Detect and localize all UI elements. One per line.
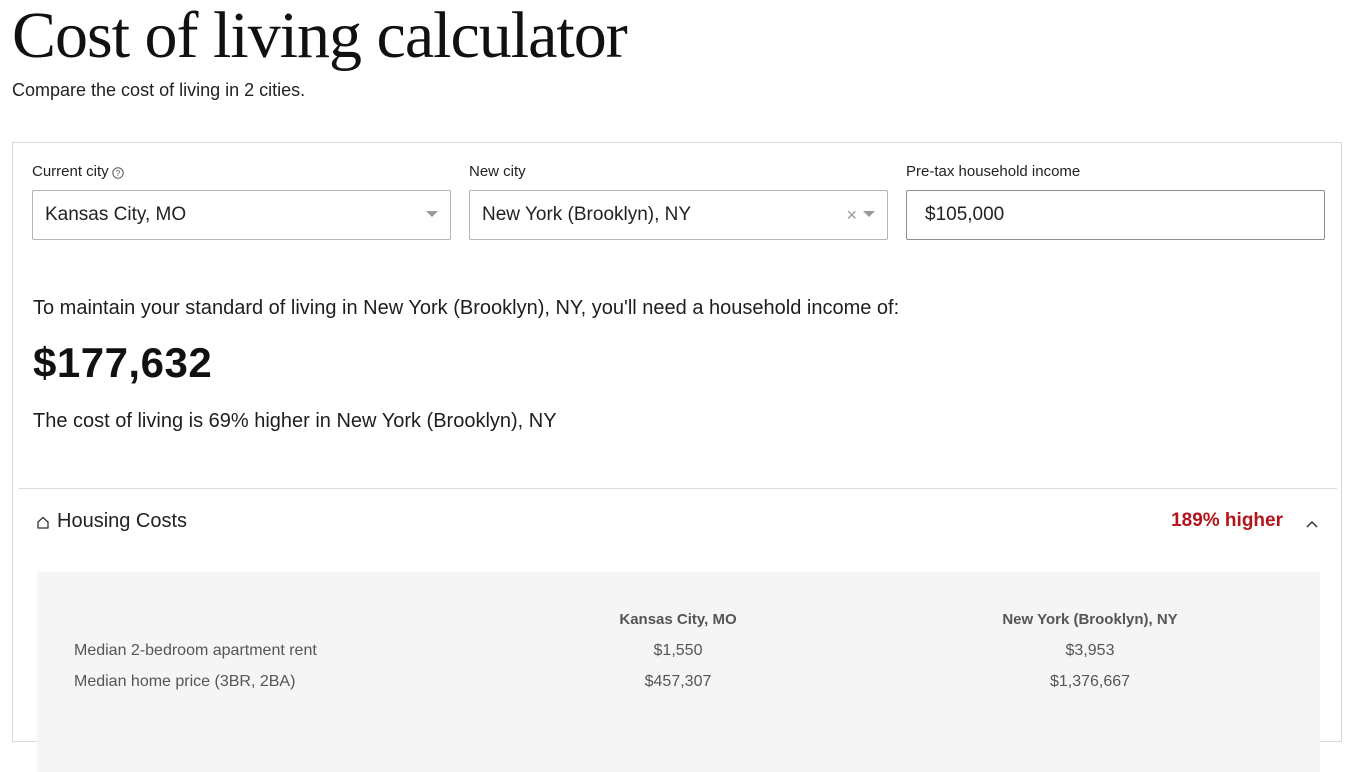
section-title: Housing Costs <box>57 510 188 532</box>
table-cell: $3,953 <box>1065 642 1115 659</box>
new-city-select[interactable]: New York (Brooklyn), NY × <box>469 190 888 240</box>
current-city-value: Kansas City, MO <box>45 204 187 225</box>
current-city-label-text: Current city <box>32 163 109 180</box>
result-intro: To maintain your standard of living in N… <box>33 297 900 319</box>
clear-icon[interactable]: × <box>846 204 857 226</box>
table-cell: $1,550 <box>653 642 703 659</box>
table-cell: $1,376,667 <box>1049 673 1131 690</box>
row-label: Median 2-bedroom apartment rent <box>74 642 317 659</box>
housing-costs-toggle[interactable]: Housing Costs 189% higher <box>19 489 1337 559</box>
income-label: Pre-tax household income <box>906 163 1080 180</box>
income-value: $105,000 <box>925 204 1005 225</box>
chevron-down-icon[interactable] <box>863 211 875 217</box>
row-label: Median home price (3BR, 2BA) <box>74 673 296 690</box>
column-header: New York (Brooklyn), NY <box>1002 611 1178 628</box>
income-input[interactable]: $105,000 <box>906 190 1325 240</box>
table-cell: $457,307 <box>644 673 712 690</box>
section-badge: 189% higher <box>1171 510 1283 531</box>
help-circle-icon[interactable]: ? <box>111 166 124 179</box>
required-income: $177,632 <box>33 339 213 386</box>
new-city-label: New city <box>469 163 526 180</box>
income-label-text: Pre-tax household income <box>906 163 1081 180</box>
housing-costs-table: Kansas City, MO New York (Brooklyn), NY … <box>37 572 1320 772</box>
new-city-label-text: New city <box>469 163 526 180</box>
page-title: Cost of living calculator <box>12 0 628 72</box>
calculator-card: Current city ? Kansas City, MO New city … <box>12 142 1342 772</box>
column-header: Kansas City, MO <box>619 611 737 628</box>
current-city-select[interactable]: Kansas City, MO <box>32 190 451 240</box>
current-city-label: Current city ? <box>32 163 124 180</box>
chevron-down-icon[interactable] <box>426 211 438 217</box>
svg-text:?: ? <box>115 168 120 177</box>
cost-comparison: The cost of living is 69% higher in New … <box>33 410 557 432</box>
house-icon <box>37 516 49 529</box>
page-subtitle: Compare the cost of living in 2 cities. <box>12 80 306 100</box>
new-city-value: New York (Brooklyn), NY <box>482 204 692 225</box>
chevron-up-icon[interactable] <box>1305 516 1319 528</box>
